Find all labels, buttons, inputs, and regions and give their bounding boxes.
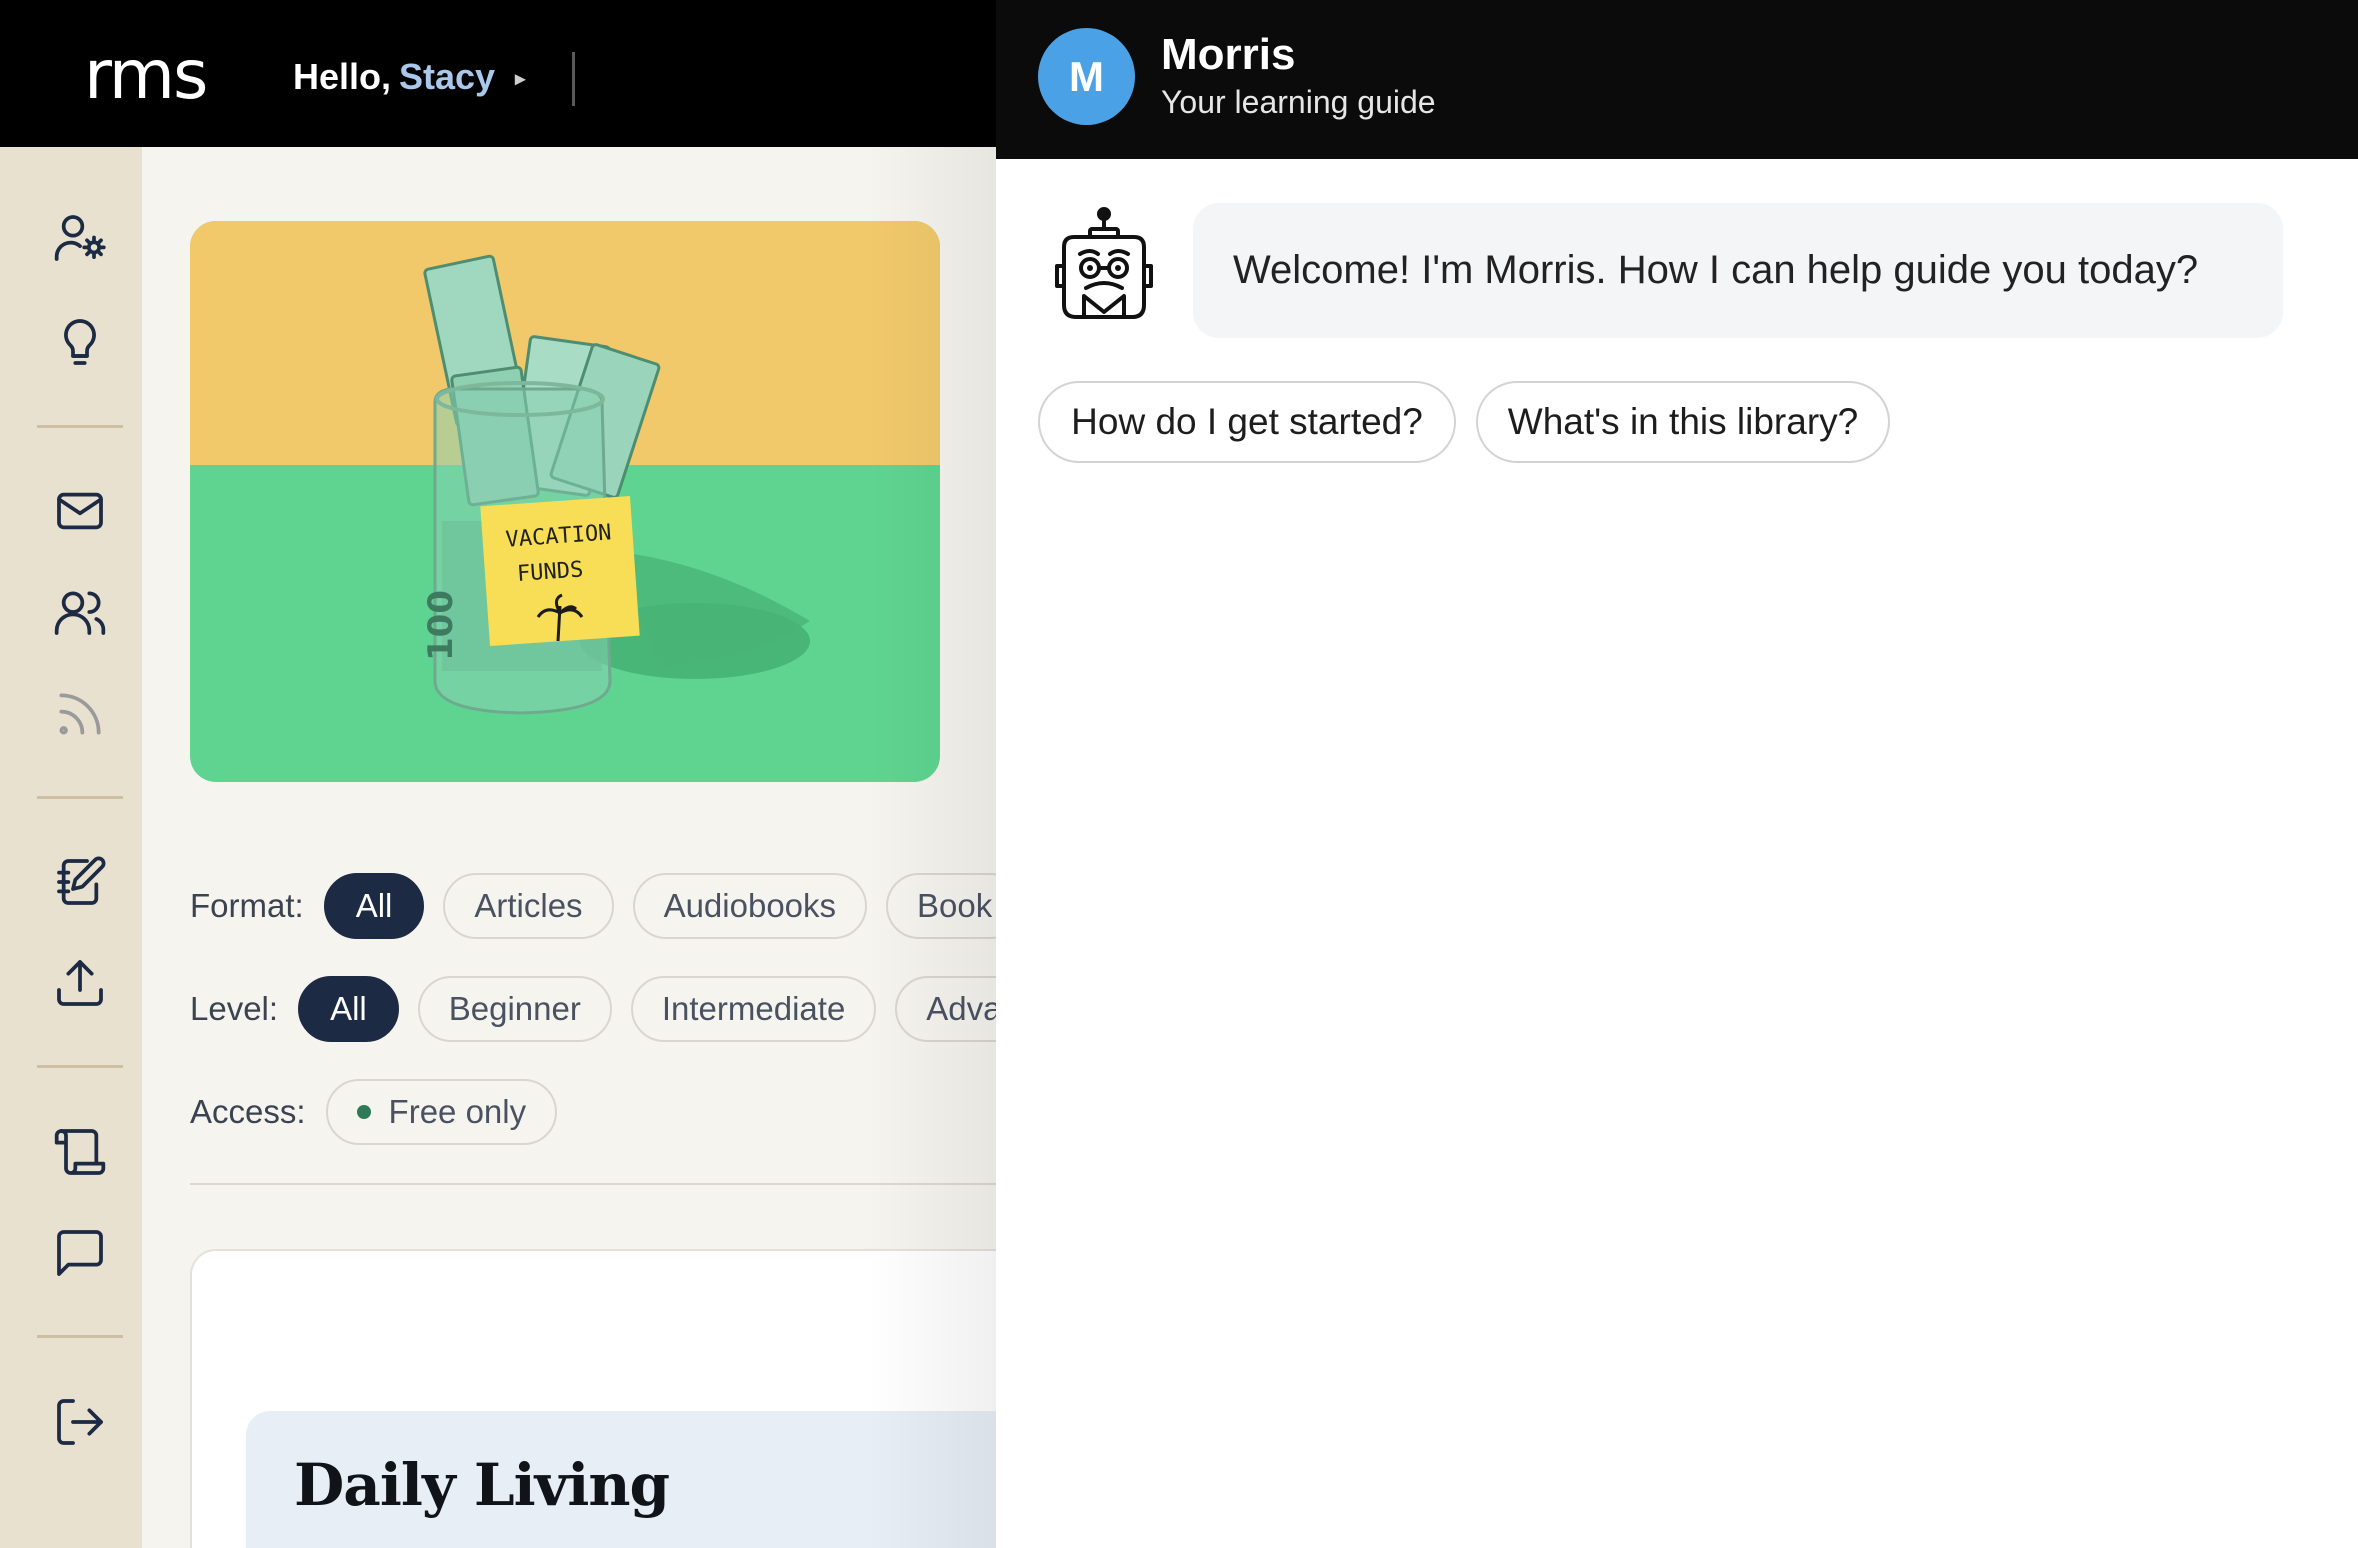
users-icon[interactable] [47,579,113,645]
section-title: Daily Living [294,1451,670,1519]
format-chip-audiobooks[interactable]: Audiobooks [632,873,868,939]
bot-subtitle: Your learning guide [1161,84,1436,120]
format-filter: Format: All Articles Audiobooks Book [190,873,996,939]
bill-value-text: 100 [421,590,461,661]
format-chip-all[interactable]: All [323,873,425,939]
rss-feed-icon[interactable] [47,681,113,747]
bot-name: Morris [1161,30,1296,79]
level-chip-all[interactable]: All [298,976,399,1042]
chat-panel: M Morris Your learning guide Welcome! I' [996,0,2358,1548]
status-dot-icon [356,1105,371,1119]
user-name: Stacy [399,56,496,97]
mail-icon[interactable] [47,478,113,544]
sidebar [0,147,142,1548]
bot-message-bubble: Welcome! I'm Morris. How I can help guid… [1193,203,2283,338]
user-settings-icon[interactable] [47,205,113,271]
upload-icon[interactable] [47,950,113,1016]
header-divider [572,52,575,106]
main-content: VACATION FUNDS 100 Format: All Articles … [142,147,996,1548]
user-menu[interactable]: Hello, Stacy ▸ [293,52,525,104]
filters-divider [190,1183,996,1185]
top-bar: rms Hello, Stacy ▸ [0,0,996,147]
caret-right-icon: ▸ [515,68,526,91]
suggestion-library-contents[interactable]: What's in this library? [1476,381,1890,463]
notebook-edit-icon[interactable] [47,849,113,915]
level-filter: Level: All Beginner Intermediate Adva [190,976,996,1042]
access-filter: Access: Free only [190,1079,576,1145]
app-root: rms Hello, Stacy ▸ VACATION FUNDS 100 Fo… [0,0,2358,1548]
chat-bubble-icon[interactable] [47,1220,113,1286]
category-card[interactable]: Daily Living [190,1249,996,1548]
level-chip-intermediate[interactable]: Intermediate [630,976,877,1042]
access-label: Access: [190,1093,306,1130]
chat-header: M Morris Your learning guide [996,0,2358,159]
logout-icon[interactable] [47,1389,113,1455]
robot-mascot-icon [1055,207,1153,319]
scroll-icon[interactable] [47,1119,113,1185]
suggestion-get-started[interactable]: How do I get started? [1038,381,1456,463]
app-logo[interactable]: rms [84,36,208,116]
bot-avatar: M [1038,28,1135,125]
jar-label-line2: FUNDS [516,557,584,587]
greeting-text: Hello, [293,56,392,97]
sidebar-divider [37,1065,123,1068]
hero-image: VACATION FUNDS 100 [190,221,940,782]
sidebar-divider [37,425,123,428]
format-label: Format: [190,887,304,924]
category-banner: Daily Living [246,1411,996,1548]
level-label: Level: [190,990,279,1027]
access-chip-free-only[interactable]: Free only [325,1079,558,1145]
format-chip-books[interactable]: Book [886,873,996,939]
sidebar-divider [37,1335,123,1338]
money-jar-illustration: VACATION FUNDS 100 [421,254,810,715]
level-chip-beginner[interactable]: Beginner [417,976,612,1042]
format-chip-articles[interactable]: Articles [443,873,614,939]
level-chip-advanced[interactable]: Adva [895,976,996,1042]
access-chip-label: Free only [388,1093,527,1130]
sidebar-divider [37,796,123,799]
lightbulb-icon[interactable] [47,309,113,375]
